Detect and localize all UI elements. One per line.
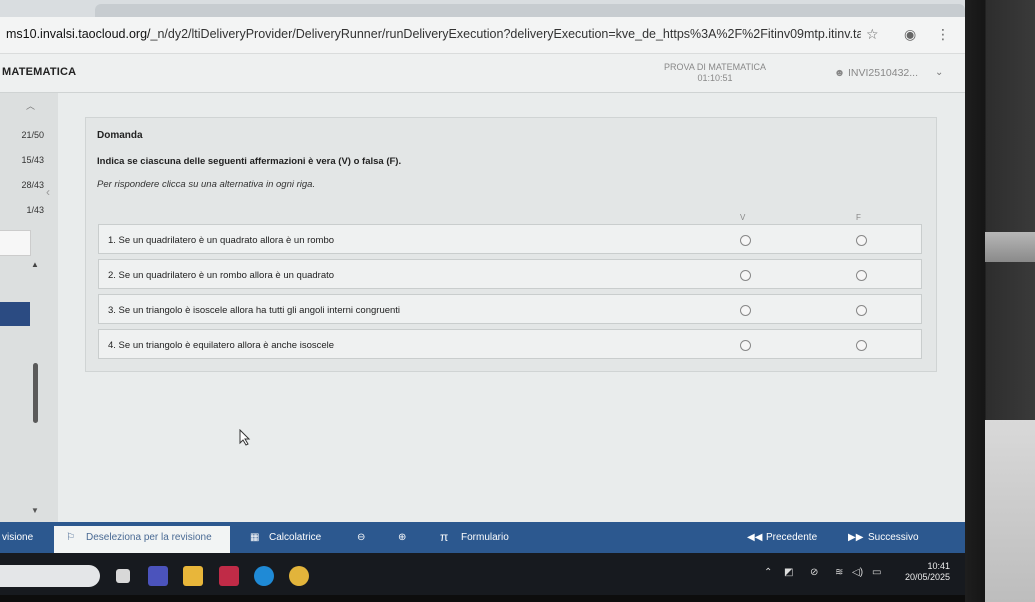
statement-text: 4. Se un triangolo è equilatero allora è… [108, 340, 335, 351]
statement-row-1: 1. Se un quadrilatero è un quadrato allo… [98, 224, 922, 254]
action-bar: visione ⚐ Deseleziona per la revisione ▦… [0, 522, 965, 553]
url-path: _n/dy2/ltiDeliveryProvider/DeliveryRunne… [150, 27, 861, 41]
tray-chevron-icon[interactable]: ⌃ [764, 567, 772, 578]
statement-text: 2. Se un quadrilatero è un rombo allora … [108, 270, 335, 281]
bookmark-star-icon[interactable]: ☆ [866, 26, 879, 43]
clock-time: 10:41 [927, 561, 950, 571]
scroll-up-arrow-icon[interactable]: ▲ [31, 260, 39, 269]
radio-false-1[interactable] [856, 235, 867, 246]
statement-text: 3. Se un triangolo è isoscele allora ha … [108, 305, 401, 316]
clock[interactable]: 10:41 20/05/2025 [895, 561, 950, 583]
question-prompt: Indica se ciascuna delle seguenti afferm… [97, 156, 402, 167]
radio-false-2[interactable] [856, 270, 867, 281]
column-header-true: V [740, 213, 746, 222]
test-info: PROVA DI MATEMATICA 01:10:51 [640, 62, 790, 84]
section-title: MATEMATICA [2, 66, 77, 78]
radio-false-3[interactable] [856, 305, 867, 316]
chrome-icon[interactable] [289, 566, 309, 586]
profile-icon[interactable]: ◉ [904, 26, 916, 43]
question-instruction: Per rispondere clicca su una alternativa… [97, 179, 316, 190]
statement-text: 1. Se un quadrilatero è un quadrato allo… [108, 235, 335, 246]
unmark-review-label: Deseleziona per la revisione [86, 532, 212, 543]
radio-true-4[interactable] [740, 340, 751, 351]
column-header-false: F [856, 213, 861, 222]
address-bar[interactable]: ms10.invalsi.taocloud.org/_n/dy2/ltiDeli… [0, 17, 965, 54]
user-icon: ☻ [834, 67, 848, 79]
question-panel: Domanda Indica se ciascuna delle seguent… [85, 117, 937, 372]
laptop-bezel [965, 0, 1035, 602]
edge-icon[interactable] [254, 566, 274, 586]
app-header: MATEMATICA PROVA DI MATEMATICA 01:10:51 … [0, 54, 965, 93]
browser-tab[interactable] [95, 4, 965, 17]
collapse-chevron-icon[interactable]: ‹ [46, 185, 50, 199]
tray-app-icon[interactable]: ◩ [784, 567, 793, 578]
mouse-cursor-icon [239, 429, 251, 446]
desk-surface [985, 420, 1035, 602]
teams-icon[interactable] [148, 566, 168, 586]
browser-tab-strip [0, 0, 965, 17]
timer: 01:10:51 [697, 73, 733, 83]
statement-row-3: 3. Se un triangolo è isoscele allora ha … [98, 294, 922, 324]
navigator-scrollbar[interactable] [33, 363, 38, 423]
scroll-down-arrow-icon[interactable]: ▼ [31, 506, 39, 515]
battery-icon[interactable]: ▭ [872, 567, 881, 578]
previous-arrow-icon: ◀◀ [747, 532, 763, 543]
menu-kebab-icon[interactable]: ⋮ [936, 26, 950, 43]
zoom-in-icon[interactable]: ⊕ [398, 532, 406, 543]
calculator-icon: ▦ [250, 532, 260, 543]
next-arrow-icon: ▶▶ [848, 532, 864, 543]
pi-icon: π [440, 530, 449, 544]
volume-icon[interactable]: ◁) [852, 567, 863, 578]
clock-date: 20/05/2025 [904, 572, 950, 582]
next-button[interactable]: Successivo [868, 532, 919, 543]
previous-button[interactable]: Precedente [766, 532, 817, 543]
radio-true-2[interactable] [740, 270, 751, 281]
nav-current-question[interactable] [0, 302, 30, 326]
windows-taskbar: ⌃ ◩ ⊘ ≋ ◁) ▭ 10:41 20/05/2025 [0, 553, 965, 595]
chevron-down-icon[interactable]: ⌄ [935, 67, 943, 78]
user-id: INVI2510432... [847, 67, 919, 79]
user-menu[interactable]: ☻ INVI2510432... [834, 67, 918, 79]
wifi-icon[interactable]: ≋ [835, 567, 843, 578]
question-label: Domanda [97, 130, 143, 141]
question-navigator: ︿ 21/50 15/43 28/43 1/43 ‹ ▲ ▼ [0, 93, 58, 523]
calculator-button[interactable]: Calcolatrice [269, 532, 321, 543]
taskbar-search[interactable] [0, 565, 100, 587]
file-explorer-icon[interactable] [183, 566, 203, 586]
flag-icon: ⚐ [66, 532, 75, 543]
statement-row-4: 4. Se un triangolo è equilatero allora è… [98, 329, 922, 359]
nav-item-3[interactable]: 28/43 [0, 180, 44, 190]
unmark-review-button[interactable]: ⚐ Deseleziona per la revisione [54, 526, 230, 553]
statement-row-2: 2. Se un quadrilatero è un rombo allora … [98, 259, 922, 289]
formulas-button[interactable]: Formulario [461, 532, 509, 543]
bezel-highlight [985, 232, 1035, 262]
radio-true-1[interactable] [740, 235, 751, 246]
nav-question-block[interactable] [0, 230, 31, 256]
url-text[interactable]: ms10.invalsi.taocloud.org/_n/dy2/ltiDeli… [6, 27, 861, 41]
tray-network-icon[interactable]: ⊘ [810, 567, 818, 578]
nav-item-2[interactable]: 15/43 [0, 155, 44, 165]
radio-false-4[interactable] [856, 340, 867, 351]
nav-item-1[interactable]: 21/50 [0, 130, 44, 140]
task-view-icon[interactable] [116, 569, 130, 583]
zoom-out-icon[interactable]: ⊖ [357, 532, 365, 543]
test-name: PROVA DI MATEMATICA [663, 62, 766, 72]
url-host: ms10.invalsi.taocloud.org/ [6, 27, 151, 41]
screen: ms10.invalsi.taocloud.org/_n/dy2/ltiDeli… [0, 0, 965, 602]
app-icon[interactable] [219, 566, 239, 586]
radio-true-3[interactable] [740, 305, 751, 316]
nav-item-4[interactable]: 1/43 [0, 205, 44, 215]
chevron-up-icon[interactable]: ︿ [26, 99, 35, 112]
screen-bottom-frame [0, 595, 965, 602]
review-button[interactable]: visione [2, 532, 33, 543]
